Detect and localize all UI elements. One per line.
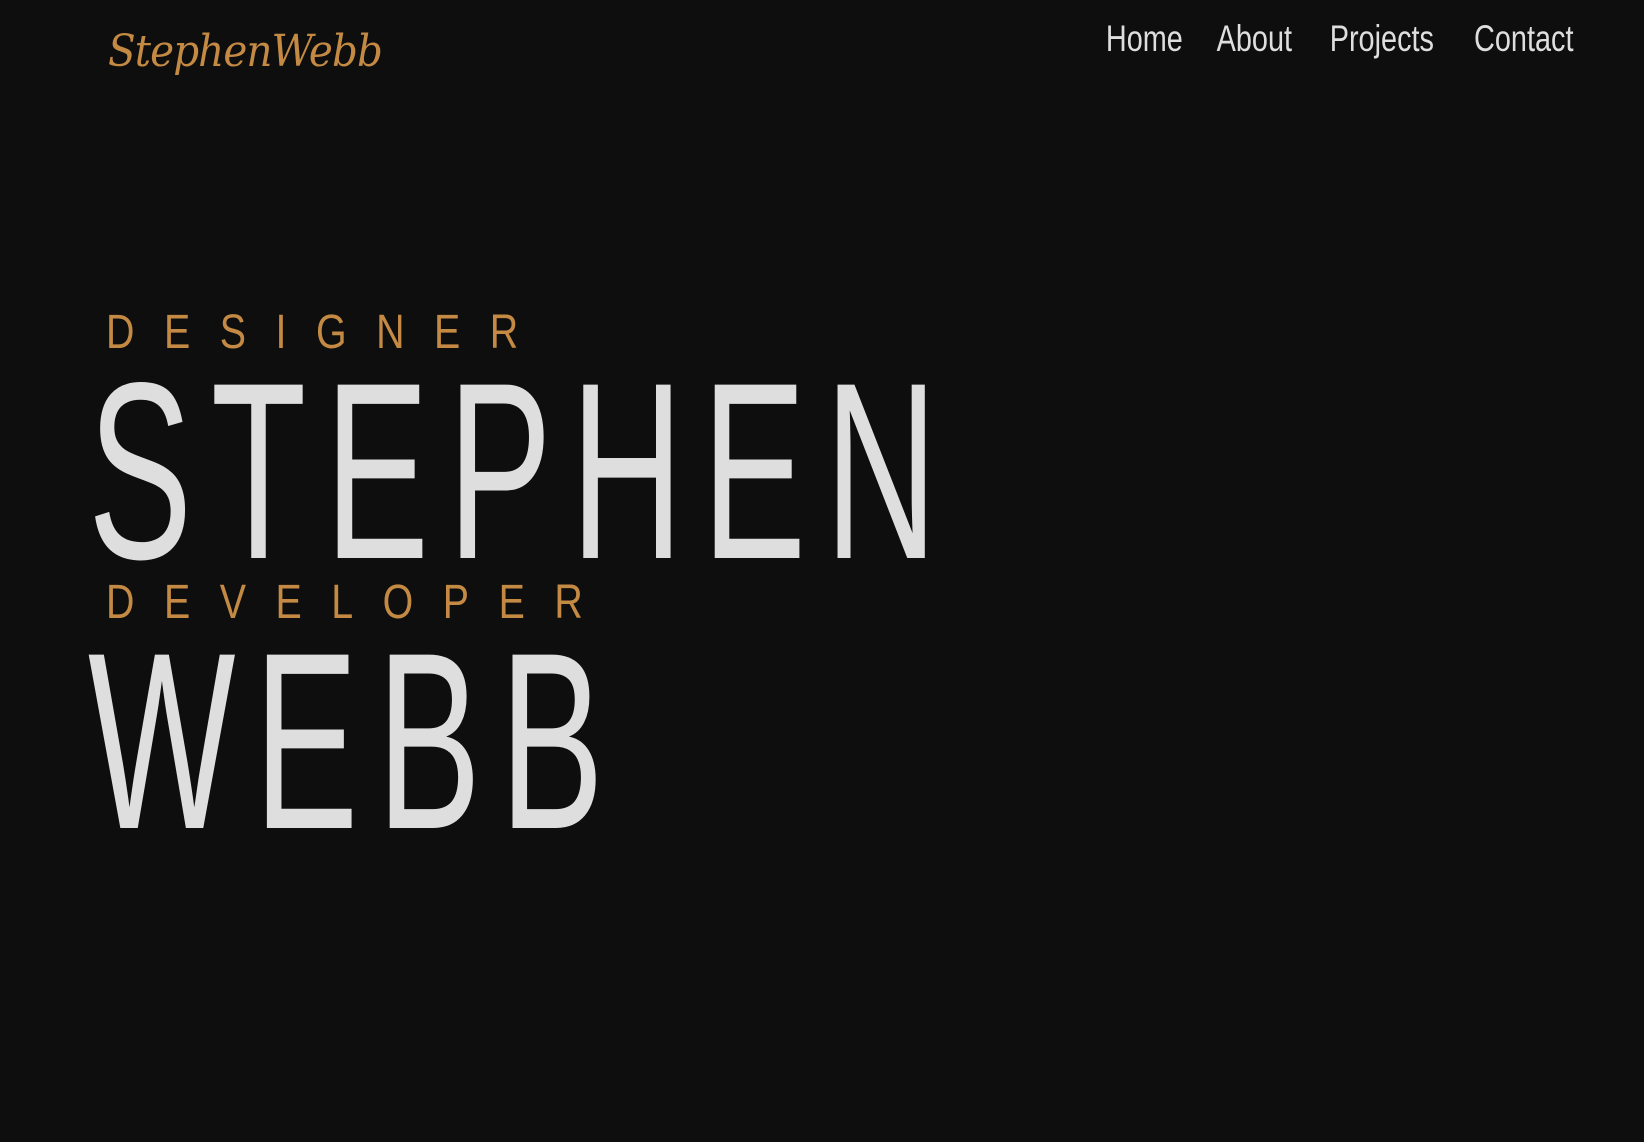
nav-link-about[interactable]: About — [1217, 18, 1292, 60]
site-logo[interactable]: StephenWebb — [108, 26, 383, 77]
hero-last-name: WEBB — [88, 601, 623, 882]
page: StephenWebb Home About Projects Contact … — [0, 0, 1644, 1142]
hero-first-name: STEPHEN — [88, 331, 957, 612]
nav-link-projects[interactable]: Projects — [1330, 18, 1434, 60]
nav-link-contact[interactable]: Contact — [1475, 18, 1574, 60]
main-nav: Home About Projects Contact — [1103, 18, 1580, 60]
nav-link-home[interactable]: Home — [1106, 18, 1183, 60]
